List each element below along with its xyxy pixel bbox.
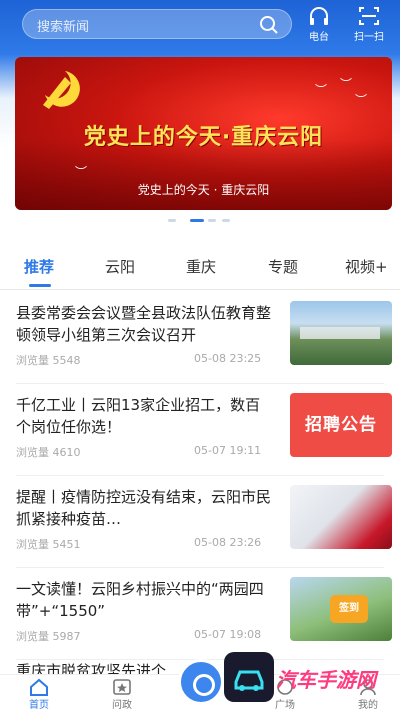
news-title: 千亿工业丨云阳13家企业招工，数百个岗位任你选！ <box>16 396 261 436</box>
banner-caption: 党史上的今天 · 重庆云阳 <box>137 183 270 197</box>
news-time: 05-08 23:26 <box>194 536 262 549</box>
nav-wenzheng-label: 问政 <box>112 700 132 710</box>
news-thumbnail <box>290 485 392 549</box>
news-views: 浏览量 5548 <box>16 354 81 367</box>
scan-icon <box>359 7 379 25</box>
bird-icon: ︶ <box>75 165 88 179</box>
news-title: 提醒丨疫情防控远没有结束，云阳市民抓紧接种疫苗… <box>16 488 272 528</box>
news-thumbnail: 签到 <box>290 577 392 641</box>
tabs-divider <box>0 289 400 290</box>
radio-label: 电台 <box>309 32 329 43</box>
news-time: 05-07 19:08 <box>194 628 262 641</box>
search-icon[interactable] <box>259 15 279 35</box>
carousel-dot-active <box>190 219 204 222</box>
tab-video[interactable]: 视频+ <box>345 256 388 277</box>
carousel-dot <box>222 219 230 222</box>
center-action-button[interactable] <box>178 659 224 705</box>
news-title: 一文读懂！云阳乡村振兴中的“两园四带”+“1550” <box>16 580 264 620</box>
home-icon <box>30 678 48 696</box>
party-emblem-icon <box>43 71 80 109</box>
star-box-icon <box>113 679 131 695</box>
recruit-thumbnail: 招聘公告 <box>290 393 392 457</box>
bird-icon: ︶ <box>315 83 328 97</box>
news-time: 05-08 23:25 <box>194 352 262 365</box>
bird-icon: ︶ <box>340 77 353 91</box>
news-time: 05-07 19:11 <box>194 444 262 457</box>
tab-chongqing[interactable]: 重庆 <box>186 256 216 277</box>
news-title: 县委常委会会议暨全县政法队伍教育整顿领导小组第三次会议召开 <box>16 304 272 344</box>
news-item[interactable]: 一文读懂！云阳乡村振兴中的“两园四带”+“1550” 浏览量 5987 05-0… <box>0 568 400 660</box>
banner-carousel[interactable]: ︶ ︶ ︶ ︶ 党史上的今天·重庆云阳 党史上的今天 · 重庆云阳 <box>15 57 392 210</box>
scan-button[interactable]: 扫一扫 <box>347 6 391 43</box>
nav-home-label: 首页 <box>29 700 49 710</box>
news-item[interactable]: 提醒丨疫情防控远没有结束，云阳市民抓紧接种疫苗… 浏览量 5451 05-08 … <box>0 476 400 568</box>
nav-home[interactable]: 首页 <box>14 678 64 710</box>
news-thumbnail <box>290 301 392 365</box>
banner-title: 党史上的今天·重庆云阳 <box>83 125 324 150</box>
headphones-icon <box>310 7 328 25</box>
news-views: 浏览量 4610 <box>16 446 81 459</box>
search-bar[interactable]: 搜索新闻 <box>22 9 292 39</box>
nav-wenzheng[interactable]: 问政 <box>97 678 147 710</box>
carousel-dot <box>208 219 216 222</box>
news-views: 浏览量 5987 <box>16 630 81 643</box>
watermark-text: 汽车手游网 <box>276 668 376 692</box>
news-item[interactable]: 千亿工业丨云阳13家企业招工，数百个岗位任你选！ 浏览量 4610 05-07 … <box>0 384 400 476</box>
tab-recommend[interactable]: 推荐 <box>24 256 54 277</box>
tab-active-underline <box>29 284 51 287</box>
scan-label: 扫一扫 <box>354 32 384 43</box>
checkin-badge: 签到 <box>330 595 368 623</box>
tab-yunyang[interactable]: 云阳 <box>105 256 135 277</box>
search-placeholder: 搜索新闻 <box>37 20 90 35</box>
watermark: 汽车手游网 <box>224 652 400 710</box>
news-views: 浏览量 5451 <box>16 538 81 551</box>
news-item[interactable]: 县委常委会会议暨全县政法队伍教育整顿领导小组第三次会议召开 浏览量 5548 0… <box>0 292 400 384</box>
tab-topics[interactable]: 专题 <box>268 256 298 277</box>
category-tabs: 推荐 云阳 重庆 专题 视频+ <box>0 256 400 287</box>
carousel-dot <box>168 219 176 222</box>
bird-icon: ︶ <box>355 93 368 107</box>
radio-button[interactable]: 电台 <box>297 6 341 43</box>
car-logo-icon <box>224 652 274 702</box>
